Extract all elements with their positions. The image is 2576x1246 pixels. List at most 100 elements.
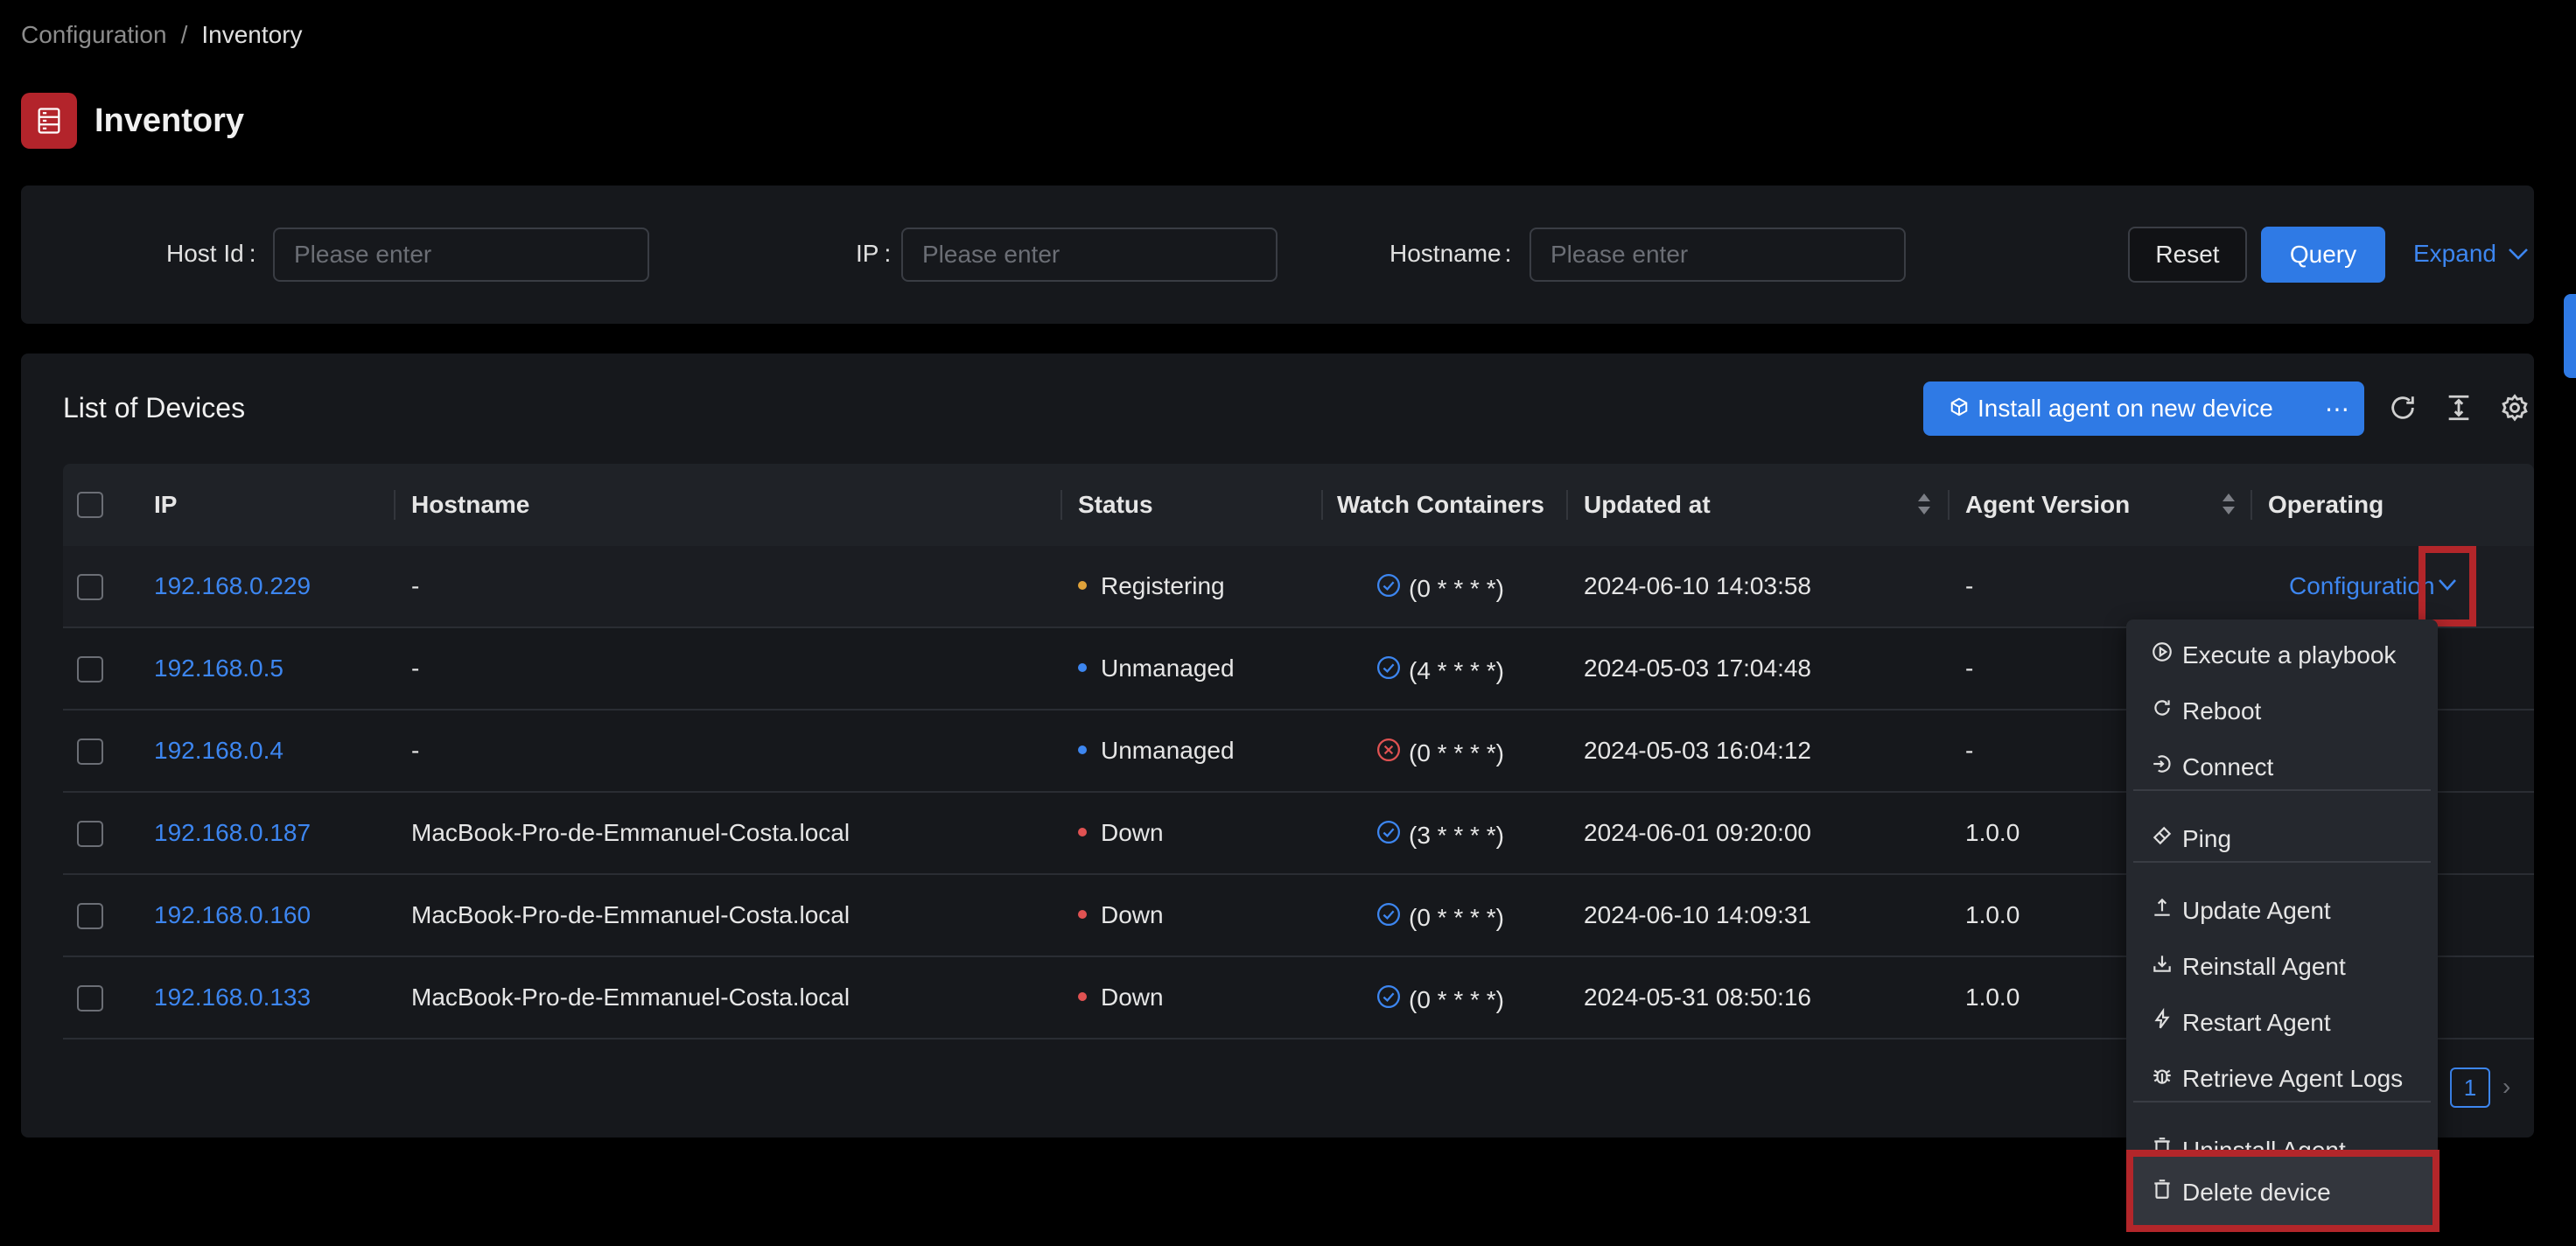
status-dot-icon bbox=[1078, 580, 1087, 590]
status-dot-icon bbox=[1078, 662, 1087, 672]
row-watch-containers: (3 * * * *) bbox=[1376, 819, 1504, 851]
check-circle-icon bbox=[1376, 901, 1402, 934]
column-operating: Operating bbox=[2268, 491, 2384, 518]
row-hostname: MacBook-Pro-de-Emmanuel-Costa.local bbox=[411, 984, 850, 1011]
select-all-checkbox[interactable] bbox=[77, 492, 103, 518]
row-updated-at: 2024-06-10 14:03:58 bbox=[1584, 572, 1811, 599]
host-id-input[interactable] bbox=[273, 228, 649, 282]
operations-dropdown-toggle[interactable] bbox=[2418, 546, 2476, 626]
page-title: Inventory bbox=[94, 102, 245, 139]
column-divider bbox=[1566, 490, 1568, 520]
row-checkbox[interactable] bbox=[77, 903, 103, 929]
menu-item-reinstall-agent[interactable]: Reinstall Agent bbox=[2151, 952, 2346, 981]
row-status: Down bbox=[1078, 901, 1164, 929]
pagination-next-icon[interactable]: › bbox=[2502, 1073, 2510, 1101]
side-drawer-tab[interactable] bbox=[2564, 294, 2576, 378]
row-hostname: MacBook-Pro-de-Emmanuel-Costa.local bbox=[411, 819, 850, 846]
column-status: Status bbox=[1078, 491, 1153, 518]
check-circle-icon bbox=[1376, 654, 1402, 687]
column-divider bbox=[1321, 490, 1323, 520]
filter-panel: Host Id: IP: Hostname: Reset Query Expan… bbox=[21, 186, 2534, 324]
more-actions-button[interactable]: ⋯ bbox=[2310, 382, 2364, 436]
row-updated-at: 2024-05-31 08:50:16 bbox=[1584, 984, 1811, 1011]
gear-icon[interactable] bbox=[2496, 388, 2534, 427]
menu-item-retrieve-logs[interactable]: Retrieve Agent Logs bbox=[2151, 1064, 2403, 1093]
status-dot-icon bbox=[1078, 991, 1087, 1001]
row-hostname: MacBook-Pro-de-Emmanuel-Costa.local bbox=[411, 901, 850, 928]
row-checkbox[interactable] bbox=[77, 574, 103, 600]
row-agent-version: - bbox=[1965, 654, 1974, 682]
query-button[interactable]: Query bbox=[2261, 227, 2385, 283]
column-agent-version[interactable]: Agent Version bbox=[1965, 491, 2130, 519]
configuration-link[interactable]: Configuration bbox=[2289, 572, 2435, 600]
host-id-label: Host Id: bbox=[166, 240, 256, 267]
row-hostname: - bbox=[411, 737, 420, 764]
lightning-icon bbox=[2151, 1007, 2174, 1037]
login-icon bbox=[2151, 752, 2174, 781]
row-ip-link[interactable]: 192.168.0.160 bbox=[154, 901, 311, 929]
breadcrumb: Configuration / Inventory bbox=[21, 21, 303, 49]
install-agent-button[interactable]: Install agent on new device bbox=[1923, 395, 2310, 423]
menu-item-label: Retrieve Agent Logs bbox=[2182, 1064, 2404, 1092]
cube-icon bbox=[1950, 395, 1969, 423]
page-header: Inventory bbox=[21, 93, 244, 149]
install-agent-button-group: Install agent on new device ⋯ bbox=[1923, 382, 2364, 436]
pagination-page[interactable]: 1 bbox=[2450, 1068, 2490, 1108]
menu-item-ping[interactable]: Ping bbox=[2151, 824, 2231, 853]
column-ip: IP bbox=[154, 491, 178, 518]
table-header: IP Hostname Status Watch Containers Upda… bbox=[63, 464, 2534, 546]
row-ip-link[interactable]: 192.168.0.187 bbox=[154, 819, 311, 847]
density-icon[interactable] bbox=[2440, 388, 2478, 427]
menu-divider bbox=[2133, 1101, 2431, 1102]
row-hostname: - bbox=[411, 572, 420, 599]
expand-label: Expand bbox=[2413, 240, 2496, 267]
sort-icon[interactable] bbox=[1916, 490, 1932, 522]
hostname-input[interactable] bbox=[1530, 228, 1906, 282]
column-updated-at[interactable]: Updated at bbox=[1584, 491, 1711, 519]
column-hostname: Hostname bbox=[411, 491, 530, 518]
row-updated-at: 2024-06-10 14:09:31 bbox=[1584, 901, 1811, 928]
menu-item-update-agent[interactable]: Update Agent bbox=[2151, 896, 2331, 925]
ip-input[interactable] bbox=[901, 228, 1278, 282]
row-watch-containers: (0 * * * *) bbox=[1376, 984, 1504, 1016]
row-checkbox[interactable] bbox=[77, 985, 103, 1012]
menu-item-connect[interactable]: Connect bbox=[2151, 752, 2273, 781]
row-status: Unmanaged bbox=[1078, 737, 1235, 765]
row-checkbox[interactable] bbox=[77, 656, 103, 682]
row-ip-link[interactable]: 192.168.0.5 bbox=[154, 654, 284, 682]
row-updated-at: 2024-06-01 09:20:00 bbox=[1584, 819, 1811, 846]
bug-icon bbox=[2151, 1064, 2174, 1093]
row-updated-at: 2024-05-03 16:04:12 bbox=[1584, 737, 1811, 764]
row-ip-link[interactable]: 192.168.0.229 bbox=[154, 572, 311, 600]
row-watch-containers: (0 * * * *) bbox=[1376, 901, 1504, 934]
menu-item-delete-device[interactable]: Delete device bbox=[2151, 1178, 2331, 1207]
menu-item-label: Execute a playbook bbox=[2182, 640, 2397, 668]
row-status: Down bbox=[1078, 984, 1164, 1012]
row-watch-containers: (0 * * * *) bbox=[1376, 737, 1504, 769]
reset-button[interactable]: Reset bbox=[2128, 227, 2247, 283]
upload-icon bbox=[2151, 896, 2174, 925]
expand-button[interactable]: Expand bbox=[2413, 240, 2530, 268]
menu-item-reboot[interactable]: Reboot bbox=[2151, 696, 2261, 725]
reboot-icon bbox=[2151, 696, 2174, 725]
row-checkbox[interactable] bbox=[77, 821, 103, 847]
trash-icon bbox=[2151, 1178, 2174, 1207]
menu-item-execute-playbook[interactable]: Execute a playbook bbox=[2151, 640, 2396, 669]
row-checkbox[interactable] bbox=[77, 738, 103, 765]
row-ip-link[interactable]: 192.168.0.133 bbox=[154, 984, 311, 1012]
menu-item-label: Delete device bbox=[2182, 1178, 2331, 1206]
status-dot-icon bbox=[1078, 909, 1087, 919]
column-watch-containers: Watch Containers bbox=[1337, 491, 1544, 518]
row-agent-version: - bbox=[1965, 737, 1974, 764]
refresh-icon[interactable] bbox=[2384, 388, 2422, 427]
sort-icon[interactable] bbox=[2221, 490, 2236, 522]
row-agent-version: - bbox=[1965, 572, 1974, 599]
column-divider bbox=[1948, 490, 1950, 520]
breadcrumb-inventory: Inventory bbox=[201, 21, 303, 48]
menu-item-restart-agent[interactable]: Restart Agent bbox=[2151, 1007, 2331, 1037]
column-divider bbox=[2250, 490, 2252, 520]
chevron-down-icon bbox=[2507, 240, 2530, 268]
row-ip-link[interactable]: 192.168.0.4 bbox=[154, 737, 284, 765]
breadcrumb-configuration[interactable]: Configuration bbox=[21, 21, 167, 49]
menu-item-label: Restart Agent bbox=[2182, 1008, 2331, 1036]
